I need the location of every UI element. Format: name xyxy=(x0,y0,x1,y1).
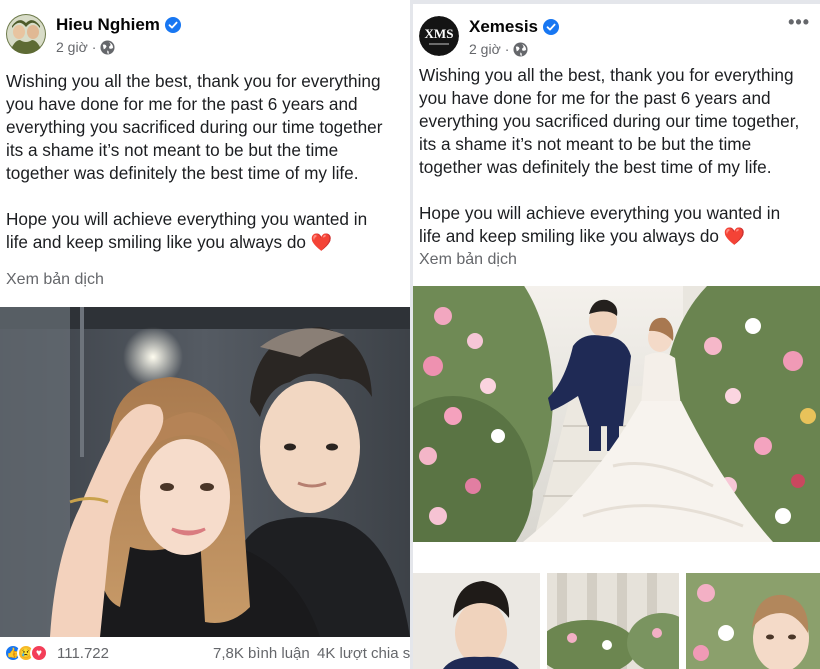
photo-thumbnails xyxy=(413,573,820,669)
love-reaction-icon: ♥ xyxy=(30,644,48,662)
verified-badge-icon xyxy=(543,19,559,35)
thumbnail-photo[interactable] xyxy=(413,573,540,669)
thumbnail-photo[interactable] xyxy=(547,573,679,669)
more-options-icon[interactable]: ••• xyxy=(788,12,810,33)
heart-emoji-icon: ❤️ xyxy=(723,226,746,246)
post-body-text: Wishing you all the best, thank you for … xyxy=(6,71,383,252)
author-avatar[interactable] xyxy=(6,14,46,54)
globe-icon[interactable] xyxy=(513,41,528,57)
post-timestamp[interactable]: 2 giờ xyxy=(469,41,501,57)
post-timestamp[interactable]: 2 giờ xyxy=(56,39,88,55)
see-translation-link[interactable]: Xem bản dịch xyxy=(419,251,517,269)
author-name[interactable]: Xemesis xyxy=(469,17,538,37)
post-photo[interactable] xyxy=(0,307,410,637)
thumbnail-photo[interactable] xyxy=(686,573,820,669)
heart-emoji-icon: ❤️ xyxy=(310,232,333,252)
post-body: Wishing you all the best, thank you for … xyxy=(419,64,817,248)
post-body: Wishing you all the best, thank you for … xyxy=(6,70,410,254)
reactions-bar: 👍 😢 ♥ 111.722 7,8K bình luận 4K lượt chi… xyxy=(0,637,410,669)
post-body-text: Wishing you all the best, thank you for … xyxy=(419,65,800,246)
right-post: XMS Xemesis 2 giờ · ••• Wishing you all … xyxy=(413,4,820,669)
share-count[interactable]: 4K lượt chia sẻ xyxy=(317,645,410,662)
globe-icon[interactable] xyxy=(100,39,115,55)
see-translation-link[interactable]: Xem bản dịch xyxy=(6,271,104,289)
left-post: Hieu Nghiem 2 giờ · Wishing you all the … xyxy=(0,0,410,669)
post-header: XMS Xemesis 2 giờ · xyxy=(419,16,559,57)
author-name[interactable]: Hieu Nghiem xyxy=(56,15,160,35)
comment-count[interactable]: 7,8K bình luận xyxy=(213,645,310,662)
author-avatar[interactable]: XMS xyxy=(419,16,459,56)
post-photo-main[interactable] xyxy=(413,286,820,542)
reaction-count[interactable]: 111.722 xyxy=(57,645,109,662)
verified-badge-icon xyxy=(164,17,181,33)
post-header: Hieu Nghiem 2 giờ · xyxy=(6,14,181,55)
time-separator: · xyxy=(504,41,510,57)
reaction-icons[interactable]: 👍 😢 ♥ xyxy=(4,644,48,662)
time-separator: · xyxy=(91,39,97,55)
avatar-monogram: XMS xyxy=(425,26,454,41)
